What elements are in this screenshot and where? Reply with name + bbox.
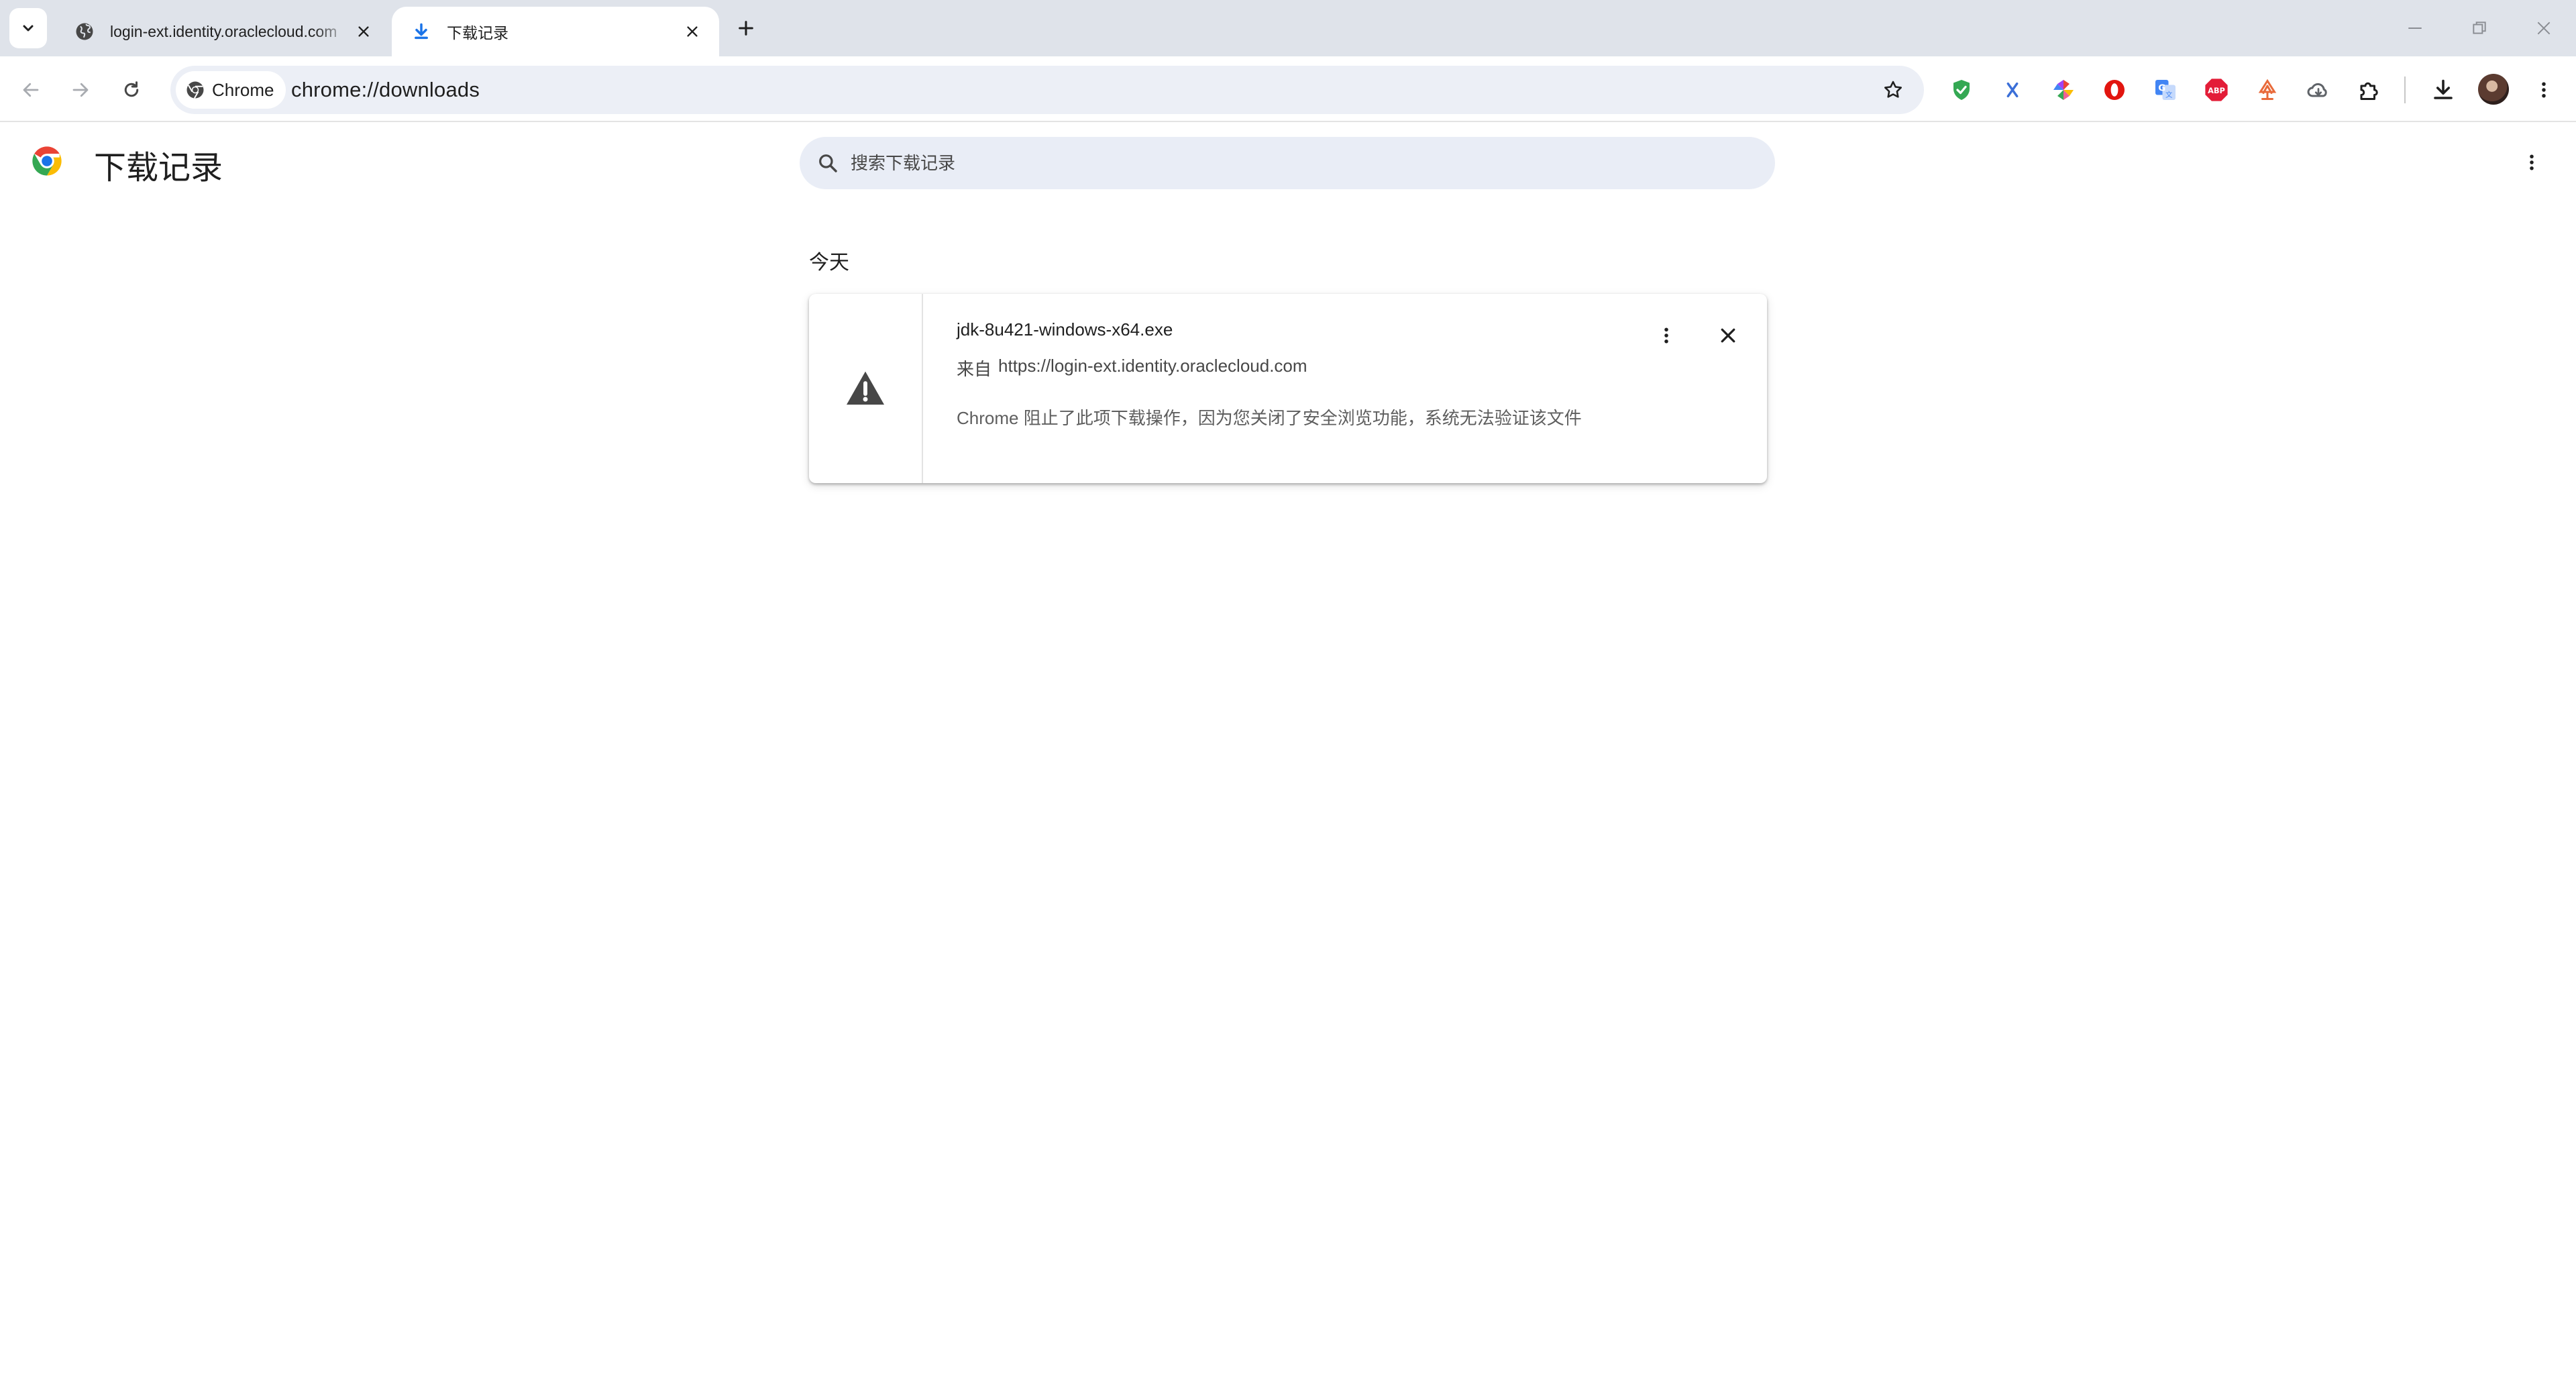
pinwheel-extension-icon[interactable]: [2049, 75, 2078, 105]
tab-close-icon[interactable]: [350, 18, 377, 45]
adblock-plus-icon[interactable]: ABP: [2202, 75, 2231, 105]
tab-close-icon[interactable]: [679, 18, 706, 45]
x-extension-icon[interactable]: [1998, 75, 2027, 105]
more-vertical-icon: [2542, 82, 2546, 98]
close-icon: [2537, 21, 2551, 35]
browser-toolbar: Chrome chrome://downloads G文 ABP: [0, 56, 2576, 122]
more-vertical-icon: [1664, 327, 1668, 344]
toolbar-divider: [2404, 76, 2406, 103]
chevron-down-icon: [23, 25, 34, 32]
globe-icon: [71, 18, 98, 45]
new-tab-button[interactable]: [727, 12, 765, 44]
close-window-button[interactable]: [2512, 9, 2576, 47]
page-title: 下载记录: [94, 150, 223, 186]
source-prefix: 来自: [957, 359, 992, 379]
reload-button[interactable]: [113, 71, 150, 109]
download-warning-text: Chrome 阻止了此项下载操作，因为您关闭了安全浏览功能，系统无法验证该文件: [957, 408, 1582, 428]
download-item: jdk-8u421-windows-x64.exe 来自 https://log…: [809, 294, 1767, 483]
search-icon: [819, 154, 837, 172]
url-text[interactable]: chrome://downloads: [291, 66, 480, 114]
downloads-search[interactable]: [800, 137, 1775, 189]
site-info-chip[interactable]: Chrome: [176, 71, 286, 109]
downloads-header: 下载记录: [0, 123, 2576, 203]
tab-search-button[interactable]: [9, 8, 47, 48]
download-icon: [2434, 79, 2453, 99]
site-chip-label: Chrome: [212, 79, 274, 100]
restore-icon: [2473, 21, 2486, 34]
tab-strip: login-ext.identity.oraclecloud.com 下载记录: [0, 0, 2576, 56]
arrow-right-icon: [72, 83, 89, 97]
minimize-icon: [2408, 28, 2422, 29]
svg-text:文: 文: [2165, 91, 2173, 99]
file-name: jdk-8u421-windows-x64.exe: [957, 319, 1173, 340]
chrome-logo-icon: [32, 146, 62, 176]
warning-icon: [847, 371, 884, 405]
reload-icon: [124, 81, 139, 97]
minimize-button[interactable]: [2383, 9, 2447, 47]
forward-button[interactable]: [62, 71, 99, 109]
tree-extension-icon[interactable]: [2253, 75, 2282, 105]
browser-menu-button[interactable]: [2529, 75, 2559, 105]
bookmark-star-icon[interactable]: [1877, 74, 1909, 106]
download-more-actions-button[interactable]: [1648, 317, 1685, 354]
file-source: 来自 https://login-ext.identity.oracleclou…: [957, 356, 1307, 380]
svg-text:G: G: [2158, 83, 2165, 94]
plus-icon: [739, 21, 753, 36]
close-icon: [1721, 328, 1735, 343]
tab-oracle-login[interactable]: login-ext.identity.oraclecloud.com: [55, 7, 390, 56]
search-input[interactable]: [851, 152, 1723, 174]
tab-downloads[interactable]: 下载记录: [392, 7, 719, 56]
svg-text:ABP: ABP: [2208, 86, 2225, 95]
address-bar[interactable]: Chrome chrome://downloads: [170, 66, 1924, 114]
downloads-button[interactable]: [2428, 75, 2458, 105]
page-menu-button[interactable]: [2513, 144, 2551, 181]
download-icon: [408, 18, 435, 45]
date-group-label: 今天: [809, 252, 849, 274]
tab-title: 下载记录: [447, 24, 508, 42]
more-vertical-icon: [2530, 154, 2534, 170]
opera-extension-icon[interactable]: [2100, 75, 2129, 105]
chrome-icon: [186, 81, 204, 99]
download-item-icon-area: [809, 294, 923, 483]
source-url[interactable]: https://login-ext.identity.oraclecloud.c…: [998, 356, 1307, 380]
tab-title: login-ext.identity.oraclecloud.com: [110, 22, 337, 40]
back-button[interactable]: [12, 71, 50, 109]
restore-button[interactable]: [2447, 9, 2512, 47]
arrow-left-icon: [23, 83, 39, 97]
puzzle-icon[interactable]: [2355, 75, 2384, 105]
shield-check-icon[interactable]: [1947, 75, 1976, 105]
remove-download-button[interactable]: [1709, 317, 1747, 354]
profile-avatar[interactable]: [2478, 74, 2509, 105]
translate-extension-icon[interactable]: G文: [2151, 75, 2180, 105]
cloud-extension-icon[interactable]: [2304, 75, 2333, 105]
